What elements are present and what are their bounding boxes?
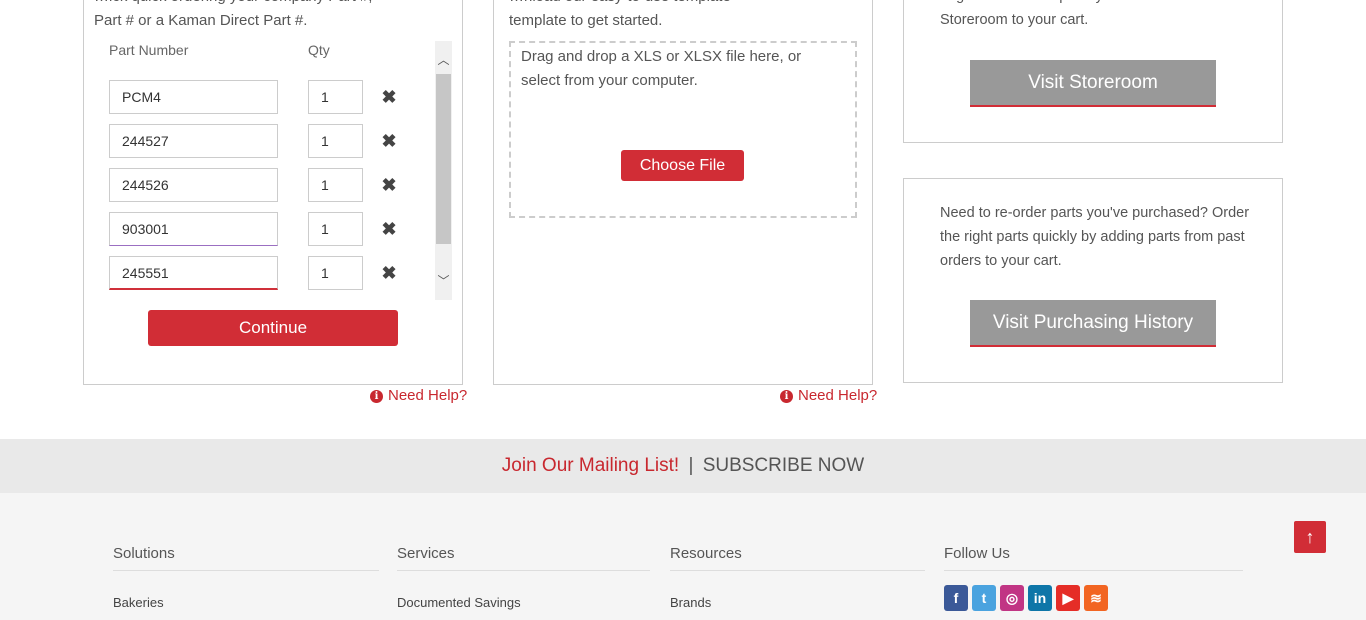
visit-storeroom-button[interactable]: Visit Storeroom	[970, 60, 1216, 107]
part-number-header: Part Number	[109, 42, 189, 58]
footer-follow: Follow Us	[944, 545, 1243, 571]
remove-row-icon[interactable]: ✖	[381, 176, 397, 194]
continue-button[interactable]: Continue	[148, 310, 398, 346]
qty-input[interactable]: 1	[308, 212, 363, 246]
history-intro: Need to re-order parts you've purchased?…	[940, 205, 1250, 269]
resources-heading: Resources	[670, 545, 925, 571]
footer-solutions: Solutions Bakeries	[113, 545, 379, 610]
storeroom-intro: Organize and add parts you need or an en…	[940, 0, 1233, 28]
info-icon: i	[780, 390, 793, 403]
follow-heading: Follow Us	[944, 545, 1243, 571]
footer: Solutions Bakeries Services Documented S…	[0, 493, 1366, 620]
dropzone-text: Drag and drop a XLS or XLSX file here, o…	[521, 48, 802, 89]
youtube-icon[interactable]: ▶	[1056, 585, 1080, 611]
part-number-input[interactable]: 244527	[109, 124, 278, 158]
scroll-up-icon[interactable]: ︿	[435, 51, 452, 69]
remove-row-icon[interactable]: ✖	[381, 88, 397, 106]
part-number-input[interactable]: PCM4	[109, 80, 278, 114]
help-label: Need Help?	[388, 387, 468, 404]
qty-input[interactable]: 1	[308, 80, 363, 114]
facebook-icon[interactable]: f	[944, 585, 968, 611]
services-heading: Services	[397, 545, 650, 571]
back-to-top-button[interactable]: ↑	[1294, 521, 1326, 553]
solutions-heading: Solutions	[113, 545, 379, 571]
part-number-input[interactable]: 244526	[109, 168, 278, 202]
mailing-separator: |	[688, 455, 694, 476]
scroll-down-icon[interactable]: ﹀	[435, 272, 452, 290]
social-icons: f t ◎ in ▶ ≋	[944, 585, 1108, 611]
footer-services: Services Documented Savings	[397, 545, 650, 610]
linkedin-icon[interactable]: in	[1028, 585, 1052, 611]
choose-file-button[interactable]: Choose File	[621, 150, 744, 181]
twitter-icon[interactable]: t	[972, 585, 996, 611]
scroll-thumb[interactable]	[436, 74, 451, 244]
footer-link-documented-savings[interactable]: Documented Savings	[397, 595, 650, 610]
part-number-input[interactable]: 903001	[109, 212, 278, 246]
quick-order-help-link[interactable]: i Need Help?	[370, 387, 467, 404]
qty-input[interactable]: 1	[308, 256, 363, 290]
help-label: Need Help?	[798, 387, 878, 404]
info-icon: i	[370, 390, 383, 403]
part-number-input[interactable]: 245551	[109, 256, 278, 290]
remove-row-icon[interactable]: ✖	[381, 220, 397, 238]
instagram-icon[interactable]: ◎	[1000, 585, 1024, 611]
footer-link-brands[interactable]: Brands	[670, 595, 925, 610]
rss-icon[interactable]: ≋	[1084, 585, 1108, 611]
rows-scrollbar[interactable]: ︿ ﹀	[435, 41, 452, 300]
subscribe-now-link[interactable]: SUBSCRIBE NOW	[703, 455, 865, 476]
mailing-list-bar: Join Our Mailing List! | SUBSCRIBE NOW	[0, 439, 1366, 493]
upload-intro: …nload our easy-to-use template template…	[509, 0, 731, 29]
qty-header: Qty	[308, 42, 330, 58]
footer-resources: Resources Brands	[670, 545, 925, 610]
remove-row-icon[interactable]: ✖	[381, 132, 397, 150]
remove-row-icon[interactable]: ✖	[381, 264, 397, 282]
upload-help-link[interactable]: i Need Help?	[780, 387, 877, 404]
arrow-up-icon: ↑	[1305, 527, 1315, 547]
visit-purchasing-history-button[interactable]: Visit Purchasing History	[970, 300, 1216, 347]
footer-link-bakeries[interactable]: Bakeries	[113, 595, 379, 610]
qty-input[interactable]: 1	[308, 124, 363, 158]
join-mailing-list-link[interactable]: Join Our Mailing List!	[502, 455, 679, 476]
qty-input[interactable]: 1	[308, 168, 363, 202]
quick-order-intro: …ick quick ordering your company Part #,…	[94, 0, 372, 29]
